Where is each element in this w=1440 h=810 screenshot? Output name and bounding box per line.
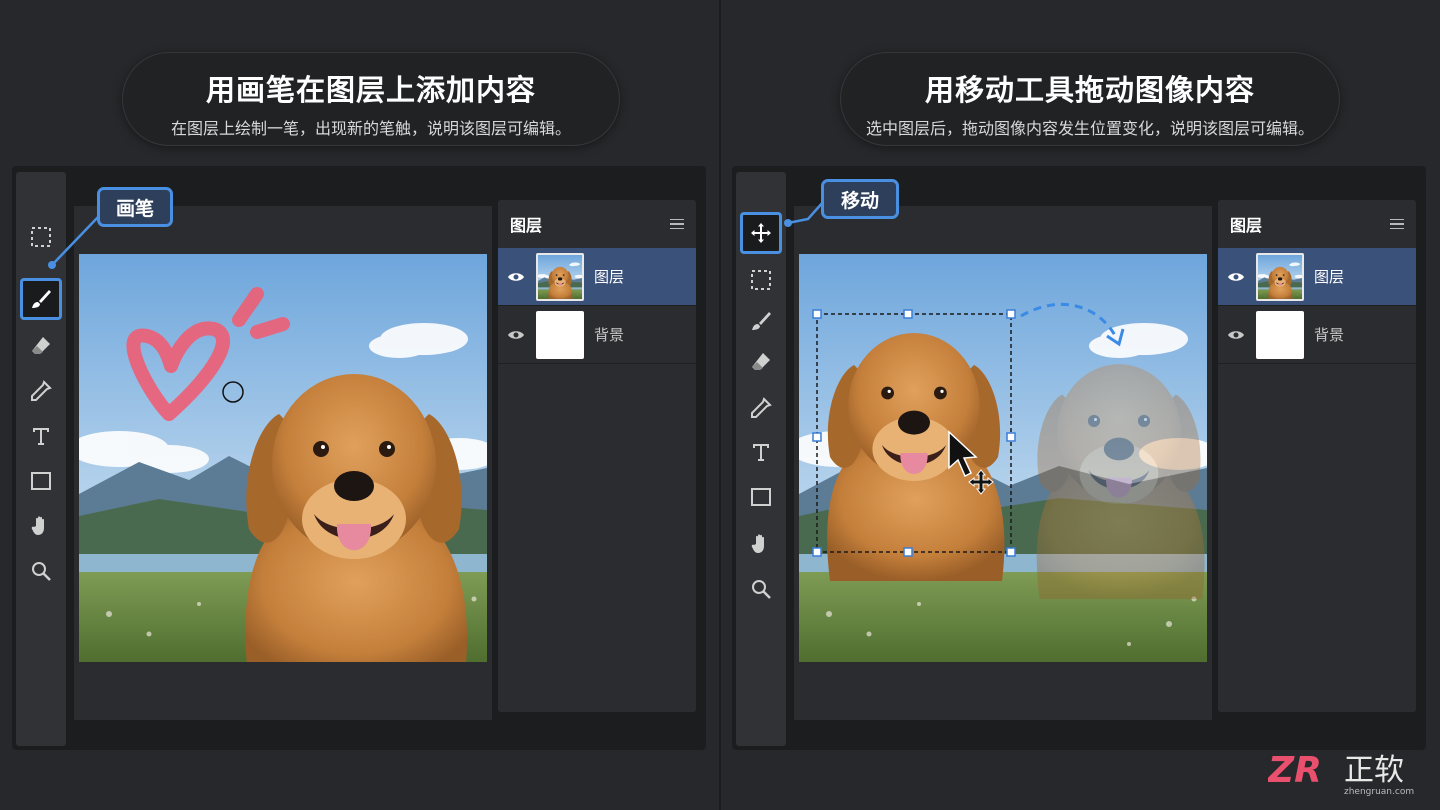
left-subtitle: 在图层上绘制一笔，出现新的笔触，说明该图层可编辑。: [170, 119, 571, 138]
rectangle-icon: [751, 488, 771, 506]
right-title: 用移动工具拖动图像内容: [924, 73, 1255, 107]
eraser-icon: [752, 353, 770, 370]
layer-row-layer[interactable]: 图层: [1218, 248, 1416, 306]
text-icon: [33, 428, 49, 445]
text-icon: [753, 444, 769, 461]
background-thumbnail: [1256, 310, 1304, 359]
eyedropper-icon: [31, 380, 52, 401]
eyedropper-tool[interactable]: [23, 373, 59, 409]
move-tool[interactable]: [740, 212, 782, 254]
logo-mark: ZR: [1268, 750, 1322, 791]
layer-thumbnail: [536, 252, 584, 301]
hand-icon: [31, 516, 44, 535]
rectangle-icon: [31, 472, 51, 490]
hand-tool[interactable]: [743, 526, 779, 562]
layer-row-background[interactable]: 背景: [498, 306, 696, 364]
toolbar-right: [736, 172, 786, 746]
eye-icon[interactable]: [1218, 329, 1254, 341]
hand-icon: [751, 534, 764, 553]
zoom-tool[interactable]: [23, 553, 59, 589]
layer-row-background[interactable]: 背景: [1218, 306, 1416, 364]
layer-name: 背景: [1314, 326, 1345, 344]
menu-icon[interactable]: [670, 218, 684, 230]
right-header: 用移动工具拖动图像内容 选中图层后，拖动图像内容发生位置变化，说明该图层可编辑。: [840, 52, 1340, 146]
dog-photo-right: [799, 254, 1207, 662]
eraser-tool[interactable]: [743, 344, 779, 380]
ghost-original-position: [1036, 364, 1205, 599]
canvas-right[interactable]: [794, 206, 1212, 720]
moved-dog-content: [827, 333, 1005, 581]
eye-icon[interactable]: [498, 271, 534, 283]
layers-title: 图层: [1230, 216, 1263, 235]
editor-window-right: 图层 图层 背景: [732, 166, 1426, 750]
zoom-icon: [32, 562, 51, 581]
move-icon: [751, 223, 771, 243]
zoom-icon: [752, 580, 771, 599]
marquee-icon: [751, 270, 771, 290]
right-subtitle: 选中图层后，拖动图像内容发生位置变化，说明该图层可编辑。: [865, 119, 1314, 138]
brush-icon: [752, 312, 771, 330]
dog-photo-left: [79, 254, 487, 662]
logo-url: zhengruan.com: [1344, 787, 1414, 797]
layer-name: 图层: [1314, 268, 1345, 286]
rectangle-tool[interactable]: [23, 463, 59, 499]
zoom-tool[interactable]: [743, 571, 779, 607]
hand-tool[interactable]: [23, 508, 59, 544]
background-thumbnail: [536, 310, 584, 359]
rectangle-tool[interactable]: [743, 479, 779, 515]
text-tool[interactable]: [743, 434, 779, 470]
layers-title: 图层: [510, 216, 543, 235]
left-header: 用画笔在图层上添加内容 在图层上绘制一笔，出现新的笔触，说明该图层可编辑。: [122, 52, 620, 146]
brush-tool[interactable]: [743, 303, 779, 339]
layer-name: 背景: [594, 326, 625, 344]
layers-panel-left: 图层 图层 背景: [498, 200, 696, 712]
layer-thumbnail: [1256, 252, 1304, 301]
eraser-icon: [32, 337, 50, 354]
brand-logo: ZR 正软 zhengruan.com: [1267, 748, 1428, 798]
eyedropper-icon: [751, 397, 772, 418]
callout-move: 移动: [821, 179, 899, 219]
marquee-tool[interactable]: [743, 262, 779, 298]
left-title: 用画笔在图层上添加内容: [205, 73, 536, 107]
left-panel: 用画笔在图层上添加内容 在图层上绘制一笔，出现新的笔触，说明该图层可编辑。 图层…: [0, 0, 720, 810]
layers-panel-right: 图层 图层 背景: [1218, 200, 1416, 712]
eyedropper-tool[interactable]: [743, 390, 779, 426]
brush-icon: [32, 290, 51, 308]
layer-name: 图层: [594, 268, 625, 286]
eraser-tool[interactable]: [23, 328, 59, 364]
canvas-left[interactable]: [74, 206, 492, 720]
text-tool[interactable]: [23, 418, 59, 454]
callout-brush: 画笔: [97, 187, 173, 227]
eye-icon[interactable]: [498, 329, 534, 341]
layer-row-layer[interactable]: 图层: [498, 248, 696, 306]
eye-icon[interactable]: [1218, 271, 1254, 283]
right-panel: 用移动工具拖动图像内容 选中图层后，拖动图像内容发生位置变化，说明该图层可编辑。: [720, 0, 1440, 810]
menu-icon[interactable]: [1390, 218, 1404, 230]
logo-text: 正软: [1344, 753, 1404, 788]
